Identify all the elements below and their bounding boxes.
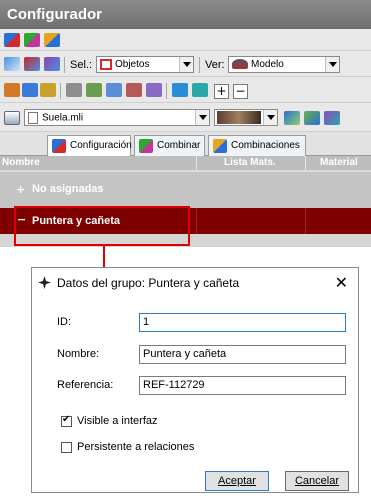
file-dropdown[interactable]: Suela.mli [24, 109, 210, 126]
group-tool-icon[interactable] [66, 83, 82, 97]
panel-title: Configurador [0, 0, 371, 29]
toolbar-row-2: Sel.: Objetos Ver: Modelo [0, 51, 371, 77]
nombre-label: Nombre: [57, 348, 100, 360]
sel-label: Sel.: [70, 59, 93, 71]
chevron-down-icon[interactable] [263, 110, 277, 125]
column-lista-mats[interactable]: Lista Mats. [224, 157, 276, 168]
tab-label: Combinar [157, 140, 201, 151]
texture-dropdown[interactable] [214, 109, 278, 126]
combine-tool-icon[interactable] [24, 33, 40, 47]
annotation-highlight-box [14, 206, 190, 246]
apply-material-icon[interactable] [284, 111, 300, 125]
chevron-down-icon[interactable] [195, 110, 209, 125]
group-label: No asignadas [32, 183, 104, 195]
column-divider[interactable] [305, 156, 306, 170]
separator [64, 57, 65, 73]
cancel-button[interactable]: Cancelar [285, 471, 349, 491]
expand-toggle[interactable]: + [16, 183, 25, 196]
combinations-tool-icon[interactable] [44, 33, 60, 47]
id-label: ID: [57, 316, 72, 328]
ver-value: Modelo [251, 59, 284, 70]
toolbar-row-4: Suela.mli [0, 103, 371, 132]
separator [60, 83, 61, 99]
toolbar-row-1 [0, 29, 371, 51]
column-material[interactable]: Material [320, 157, 358, 168]
tab-bar: Configuración Combinar Combinaciones [0, 132, 371, 157]
group-properties-icon[interactable] [146, 83, 162, 97]
collapse-button[interactable]: − [233, 84, 248, 99]
file-value: Suela.mli [42, 112, 84, 124]
id-field[interactable]: 1 [139, 313, 346, 332]
app-logo-icon [37, 275, 52, 290]
group-data-dialog: Datos del grupo: Puntera y cañeta ✕ ID: … [31, 267, 359, 493]
shoe-model-icon [232, 59, 248, 70]
tab-label: Configuración [70, 140, 132, 151]
combine-tab-icon [139, 139, 153, 153]
grid-header: Nombre Lista Mats. Material [0, 156, 371, 170]
refresh-material-icon[interactable] [324, 111, 340, 125]
unlink-icon[interactable] [192, 83, 208, 97]
column-divider [305, 208, 306, 234]
file-icon [28, 112, 38, 124]
accept-button[interactable]: Aceptar [205, 471, 269, 491]
texture-swatch-icon [217, 111, 261, 124]
referencia-row: Referencia: REF-112729 [32, 376, 360, 396]
tab-label: Combinaciones [231, 140, 300, 151]
referencia-field[interactable]: REF-112729 [139, 376, 346, 395]
referencia-label: Referencia: [57, 379, 114, 391]
tab-configuracion[interactable]: Configuración [47, 135, 132, 157]
expand-button[interactable]: + [214, 84, 229, 99]
id-row: ID: 1 [32, 313, 360, 333]
move-tool-icon[interactable] [24, 57, 40, 71]
column-divider [196, 208, 197, 234]
select-tool-icon[interactable] [4, 57, 20, 71]
group-edit-icon[interactable] [106, 83, 122, 97]
toolbar-row-3: + − [0, 77, 371, 103]
dialog-title: Datos del grupo: Puntera y cañeta [57, 276, 240, 290]
tab-combinaciones[interactable]: Combinaciones [208, 135, 306, 156]
separator [199, 57, 200, 73]
apply-all-icon[interactable] [304, 111, 320, 125]
chevron-down-icon[interactable] [179, 57, 193, 72]
home-icon[interactable] [4, 83, 20, 97]
group-add-icon[interactable] [86, 83, 102, 97]
visible-checkbox[interactable] [61, 414, 72, 427]
config-tab-icon [52, 139, 66, 153]
persistente-label[interactable]: Persistente a relaciones [77, 441, 194, 453]
material-icon[interactable] [40, 83, 56, 97]
palette-icon[interactable] [22, 83, 38, 97]
nombre-row: Nombre: Puntera y cañeta [32, 345, 360, 365]
close-icon[interactable]: ✕ [335, 273, 348, 293]
chevron-down-icon[interactable] [325, 57, 339, 72]
visible-label[interactable]: Visible a interfaz [77, 415, 158, 427]
config-tool-icon[interactable] [4, 33, 20, 47]
persistente-checkbox[interactable] [61, 442, 72, 453]
group-row-no-asignadas[interactable]: + No asignadas [0, 172, 371, 208]
column-nombre[interactable]: Nombre [2, 157, 40, 168]
tab-combinar[interactable]: Combinar [134, 135, 205, 156]
window-icon[interactable] [4, 111, 20, 125]
transform-tool-icon[interactable] [44, 57, 60, 71]
nombre-field[interactable]: Puntera y cañeta [139, 345, 346, 364]
combinations-tab-icon [213, 139, 227, 153]
group-remove-icon[interactable] [126, 83, 142, 97]
separator [166, 83, 167, 99]
link-icon[interactable] [172, 83, 188, 97]
ver-dropdown[interactable]: Modelo [228, 56, 340, 73]
column-divider[interactable] [196, 156, 197, 170]
ver-label: Ver: [205, 59, 225, 71]
sel-dropdown[interactable]: Objetos [96, 56, 194, 73]
sel-value: Objetos [115, 59, 150, 71]
objects-icon [100, 59, 112, 70]
